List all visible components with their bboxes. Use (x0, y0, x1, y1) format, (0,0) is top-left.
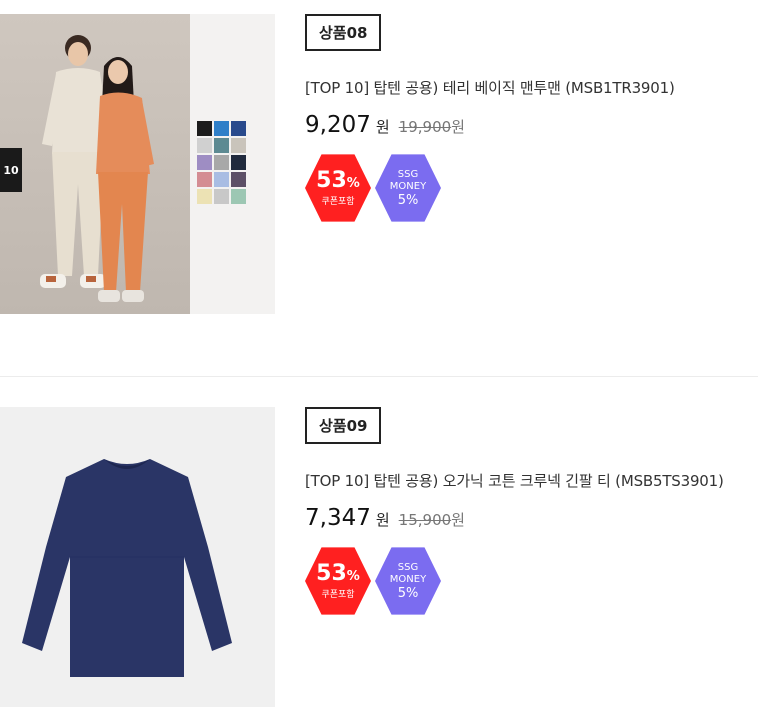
coupon-included-label: 쿠폰포함 (321, 589, 355, 600)
top10-logo: 10 (0, 148, 22, 192)
discount-percent: 53 (316, 167, 347, 193)
discount-badge: 53% 쿠폰포함 (305, 547, 371, 615)
product-info: 상품09 [TOP 10] 탑텐 공용) 오가닉 코튼 크루넥 긴팔 티 (MS… (305, 407, 724, 616)
color-swatch (231, 172, 246, 187)
color-swatch (197, 121, 212, 136)
percent-sign: % (346, 175, 360, 191)
original-price: 19,900 (398, 118, 452, 136)
ssg-money-badge: SSG MONEY 5% (375, 154, 441, 222)
color-swatch (214, 155, 229, 170)
product-info: 상품08 [TOP 10] 탑텐 공용) 테리 베이직 맨투맨 (MSB1TR3… (305, 14, 675, 223)
color-swatch (231, 138, 246, 153)
money-label: MONEY (389, 573, 427, 585)
longsleeve-tshirt-illustration (22, 459, 232, 677)
color-swatch (214, 172, 229, 187)
product-title-link[interactable]: [TOP 10] 탑텐 공용) 테리 베이직 맨투맨 (MSB1TR3901) (305, 77, 675, 98)
original-price-unit: 원 (451, 511, 465, 529)
original-price-unit: 원 (451, 118, 465, 136)
color-swatch (197, 189, 212, 204)
color-swatch (231, 121, 246, 136)
color-swatch (214, 121, 229, 136)
sale-price: 9,207 (305, 112, 371, 138)
original-price: 15,900 (398, 511, 452, 529)
ssg-percent: 5% (397, 192, 419, 208)
color-swatch (197, 138, 212, 153)
color-swatch (214, 189, 229, 204)
color-swatch-grid (197, 121, 246, 204)
price-row: 9,207 원 19,900 원 (305, 112, 675, 138)
color-swatch (231, 155, 246, 170)
coupon-included-label: 쿠폰포함 (321, 196, 355, 207)
product-title-link[interactable]: [TOP 10] 탑텐 공용) 오가닉 코튼 크루넥 긴팔 티 (MSB5TS3… (305, 470, 724, 491)
price-row: 7,347 원 15,900 원 (305, 505, 724, 531)
color-swatch (197, 172, 212, 187)
badge-row: 53% 쿠폰포함 SSG MONEY 5% (305, 546, 724, 616)
discount-badge: 53% 쿠폰포함 (305, 154, 371, 222)
ssg-money-badge: SSG MONEY 5% (375, 547, 441, 615)
couple-models-illustration (40, 35, 154, 302)
sale-price-unit: 원 (375, 118, 390, 136)
ssg-label: SSG (397, 561, 419, 573)
sale-price: 7,347 (305, 505, 371, 531)
discount-percent: 53 (316, 560, 347, 586)
ssg-percent: 5% (397, 585, 419, 601)
color-swatch (231, 189, 246, 204)
product-image[interactable] (0, 407, 275, 707)
percent-sign: % (346, 568, 360, 584)
product-divider (0, 376, 758, 377)
product-rank-tag: 상품08 (305, 14, 382, 51)
badge-row: 53% 쿠폰포함 SSG MONEY 5% (305, 153, 675, 223)
ssg-label: SSG (397, 168, 419, 180)
model-photo (0, 14, 190, 314)
product-image[interactable]: 10 (0, 14, 275, 314)
color-swatch (197, 155, 212, 170)
money-label: MONEY (389, 180, 427, 192)
sale-price-unit: 원 (375, 511, 390, 529)
color-swatch (214, 138, 229, 153)
product-rank-tag: 상품09 (305, 407, 382, 444)
